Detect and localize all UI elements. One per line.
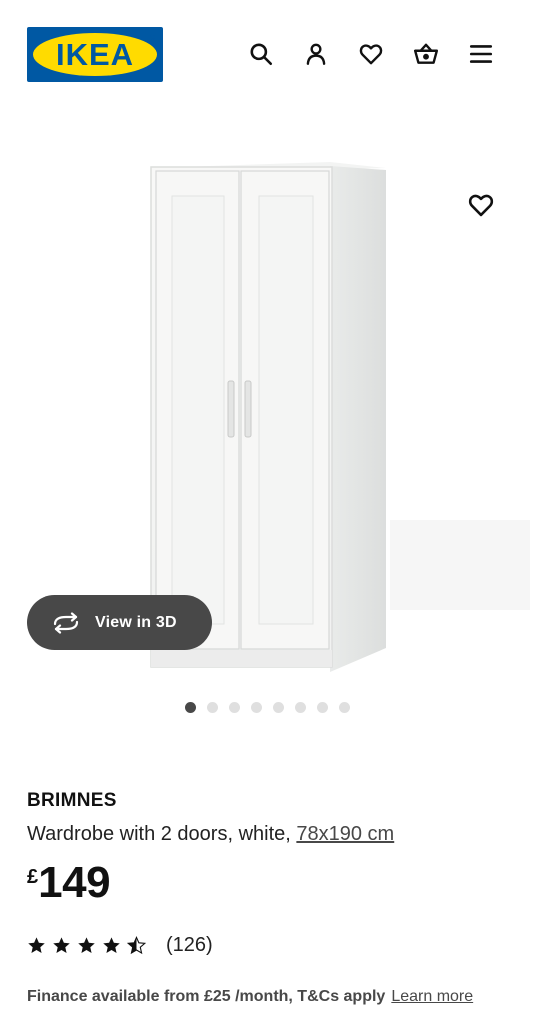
learn-more-link[interactable]: Learn more	[391, 988, 473, 1005]
logo-text: IKEA	[55, 37, 135, 72]
search-icon[interactable]	[247, 40, 275, 68]
header: IKEA ®	[0, 0, 536, 110]
favourites-icon[interactable]	[357, 40, 385, 68]
add-to-favourites-button[interactable]	[465, 189, 497, 221]
finance-text: Finance available from £25 /month, T&Cs …	[27, 988, 386, 1005]
pagination-dot[interactable]	[317, 702, 328, 713]
pagination-dot[interactable]	[273, 702, 284, 713]
view-in-3d-label: View in 3D	[95, 613, 177, 631]
star-half-icon	[127, 936, 146, 955]
pagination-dot[interactable]	[251, 702, 262, 713]
rating-count: (126)	[166, 934, 213, 956]
pagination-dot[interactable]	[229, 702, 240, 713]
star-full-icon	[28, 937, 45, 954]
logo-registered-mark: ®	[149, 35, 155, 42]
star-full-icon	[103, 937, 120, 954]
menu-icon[interactable]	[467, 40, 495, 68]
ikea-logo[interactable]: IKEA ®	[27, 27, 163, 82]
price-amount: 149	[38, 858, 111, 907]
pagination-dot[interactable]	[185, 702, 196, 713]
star-full-icon	[78, 937, 95, 954]
account-icon[interactable]	[302, 40, 330, 68]
product-size-link[interactable]: 78x190 cm	[296, 823, 394, 845]
image-pagination	[185, 702, 350, 713]
product-name: BRIMNES	[27, 790, 117, 811]
basket-icon[interactable]	[412, 40, 440, 68]
product-description: Wardrobe with 2 doors, white, 78x190 cm	[27, 823, 394, 846]
product-rating[interactable]: (126)	[27, 934, 213, 957]
star-full-icon	[53, 937, 70, 954]
finance-info: Finance available from £25 /month, T&Cs …	[27, 988, 473, 1006]
product-description-text: Wardrobe with 2 doors, white,	[27, 823, 297, 845]
product-price: £149	[27, 858, 111, 908]
view-in-3d-button[interactable]: View in 3D	[27, 595, 212, 650]
pagination-dot[interactable]	[207, 702, 218, 713]
rotate-3d-icon	[53, 611, 79, 634]
pagination-dot[interactable]	[339, 702, 350, 713]
price-currency: £	[27, 866, 39, 888]
heart-icon	[468, 194, 494, 217]
pagination-dot[interactable]	[295, 702, 306, 713]
